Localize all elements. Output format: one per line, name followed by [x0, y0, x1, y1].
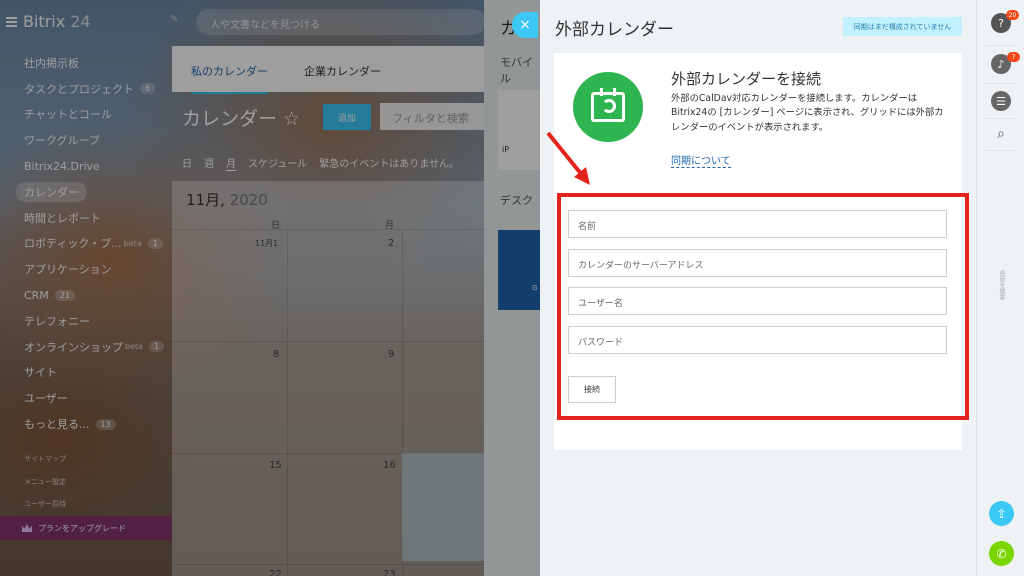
- phone-icon[interactable]: ✆: [989, 541, 1014, 566]
- status-badge: 同期はまだ構成されていません: [843, 17, 962, 36]
- help-counter: 20: [1006, 10, 1019, 20]
- panel-title: 外部カレンダー: [555, 20, 674, 40]
- connect-heading: 外部カレンダーを接続: [671, 70, 822, 88]
- separator: [985, 150, 1017, 151]
- about-sync-link[interactable]: 同期について: [671, 152, 731, 168]
- separator: [985, 83, 1017, 84]
- separator: [985, 118, 1017, 119]
- connect-description: 外部のCalDav対応カレンダーを接続します。カレンダーはBitrix24の […: [671, 93, 944, 133]
- chat-icon[interactable]: ☰: [991, 91, 1011, 111]
- arrow-icon: [546, 131, 590, 185]
- highlight-box: [557, 193, 969, 420]
- right-toolbar: ? 20 ♪ 7 ☰ ⌕ 会話を検索 ⇪ ✆: [976, 0, 1024, 576]
- separator: [985, 45, 1017, 46]
- close-slider-button[interactable]: ×: [512, 12, 538, 38]
- transfer-icon[interactable]: ⇪: [989, 501, 1014, 526]
- notification-counter: 7: [1007, 52, 1020, 62]
- search-icon[interactable]: ⌕: [991, 124, 1011, 144]
- vertical-label: 会話を検索: [998, 270, 1005, 300]
- overlay[interactable]: [0, 0, 540, 576]
